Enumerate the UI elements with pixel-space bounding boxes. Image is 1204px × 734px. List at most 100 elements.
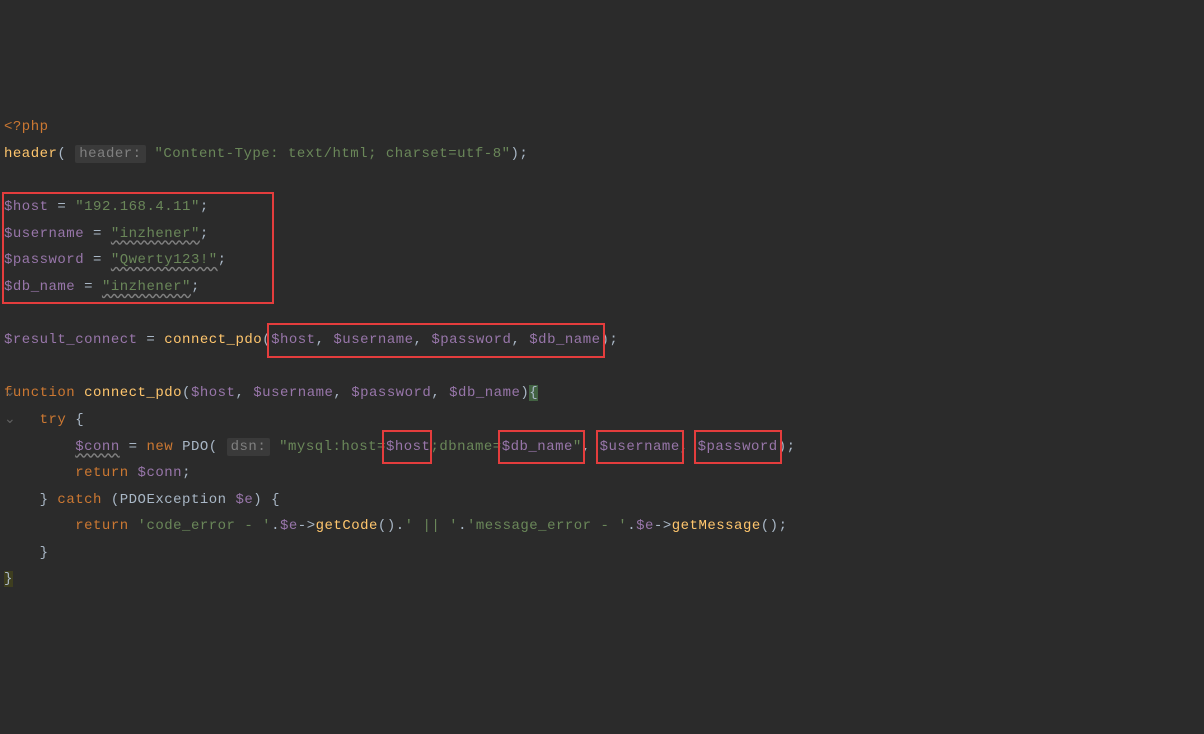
parameter: $username bbox=[253, 385, 333, 401]
string-literal: " bbox=[573, 439, 582, 455]
variable: $conn bbox=[75, 439, 120, 455]
comma: , bbox=[414, 332, 423, 348]
semicolon: ; bbox=[182, 465, 191, 481]
variable: $password bbox=[4, 252, 84, 268]
highlighted-args: $host, $username, $password, $db_name bbox=[271, 327, 600, 354]
paren: ) bbox=[520, 385, 529, 401]
class-name: PDOException bbox=[120, 492, 227, 508]
comma: , bbox=[333, 385, 342, 401]
string-literal: "inzhener" bbox=[102, 279, 191, 295]
highlighted-var: $username bbox=[600, 434, 680, 461]
function-name: connect_pdo bbox=[84, 385, 182, 401]
parameter: $password bbox=[351, 385, 431, 401]
variable: $username bbox=[600, 439, 680, 455]
variable: $host bbox=[4, 199, 49, 215]
arrow: -> bbox=[654, 518, 672, 534]
concat: . bbox=[271, 518, 280, 534]
semicolon: ; bbox=[787, 439, 796, 455]
operator: = bbox=[138, 332, 165, 348]
variable: $host bbox=[271, 332, 316, 348]
keyword: catch bbox=[57, 492, 102, 508]
variable: $e bbox=[636, 518, 654, 534]
variable: $password bbox=[431, 332, 511, 348]
variable: $password bbox=[698, 439, 778, 455]
string-literal: 'code_error - ' bbox=[138, 518, 272, 534]
code-line: $password = "Qwerty123!"; bbox=[4, 247, 227, 274]
semicolon: ; bbox=[200, 226, 209, 242]
brace: { bbox=[75, 412, 84, 428]
highlighted-var: $password bbox=[698, 434, 778, 461]
keyword: new bbox=[146, 439, 173, 455]
code-line: ⌄function connect_pdo($host, $username, … bbox=[4, 380, 1200, 407]
concat: . bbox=[458, 518, 467, 534]
code-line: } catch (PDOException $e) { bbox=[4, 487, 1200, 514]
operator: = bbox=[84, 226, 111, 242]
semicolon: ; bbox=[779, 518, 788, 534]
paren: ) bbox=[778, 439, 787, 455]
method-call: getCode bbox=[316, 518, 378, 534]
operator: = bbox=[49, 199, 76, 215]
code-line: return 'code_error - '.$e->getCode().' |… bbox=[4, 513, 1200, 540]
comma: , bbox=[316, 332, 325, 348]
code-line: $conn = new PDO( dsn: "mysql:host=$host;… bbox=[4, 434, 1200, 461]
code-line: } bbox=[4, 540, 1200, 567]
comma: , bbox=[582, 439, 591, 455]
keyword: try bbox=[40, 412, 67, 428]
string-literal: "Content-Type: text/html; charset=utf-8" bbox=[154, 146, 510, 162]
variable: $result_connect bbox=[4, 332, 138, 348]
variable: $e bbox=[235, 492, 253, 508]
brace: } bbox=[40, 492, 49, 508]
variable: $e bbox=[280, 518, 298, 534]
paren: ( bbox=[111, 492, 120, 508]
code-line: } bbox=[4, 566, 1200, 593]
php-open-tag: <?php bbox=[4, 119, 49, 135]
keyword: return bbox=[75, 518, 128, 534]
code-line: header( header: "Content-Type: text/html… bbox=[4, 141, 1200, 168]
highlighted-var: $db_name bbox=[502, 434, 573, 461]
variable: $db_name bbox=[502, 439, 573, 455]
method-call: getMessage bbox=[672, 518, 761, 534]
code-line: $result_connect = connect_pdo($host, $us… bbox=[4, 327, 618, 354]
variable: $host bbox=[386, 439, 431, 455]
blank-line bbox=[4, 301, 1200, 328]
comma: , bbox=[235, 385, 244, 401]
fold-indicator[interactable]: ⌄ bbox=[4, 380, 16, 407]
highlighted-var: $host bbox=[386, 434, 431, 461]
code-line: <?php bbox=[4, 114, 1200, 141]
param-hint: dsn: bbox=[227, 438, 271, 456]
paren: ) bbox=[253, 492, 262, 508]
brace: } bbox=[4, 571, 13, 587]
semicolon: ; bbox=[200, 199, 209, 215]
paren: ( bbox=[57, 146, 66, 162]
parameter: $db_name bbox=[449, 385, 520, 401]
code-editor[interactable]: <?phpheader( header: "Content-Type: text… bbox=[4, 114, 1200, 593]
code-line: return $conn; bbox=[4, 460, 1200, 487]
paren: ( bbox=[262, 332, 271, 348]
variable: $db_name bbox=[529, 332, 600, 348]
string-literal: ' || ' bbox=[405, 518, 458, 534]
variable: $username bbox=[333, 332, 413, 348]
semicolon: ; bbox=[191, 279, 200, 295]
paren: ( bbox=[209, 439, 218, 455]
operator: = bbox=[84, 252, 111, 268]
semicolon: ; bbox=[609, 332, 618, 348]
string-literal: "inzhener" bbox=[111, 226, 200, 242]
variable: $conn bbox=[138, 465, 183, 481]
brace: } bbox=[40, 545, 49, 561]
fold-indicator[interactable]: ⌄ bbox=[4, 407, 16, 434]
comma: , bbox=[680, 439, 689, 455]
comma: , bbox=[511, 332, 520, 348]
code-line: $host = "192.168.4.11"; bbox=[4, 194, 227, 221]
semicolon: ; bbox=[218, 252, 227, 268]
function-call: header bbox=[4, 146, 57, 162]
parameter: $host bbox=[191, 385, 236, 401]
paren: ) bbox=[770, 518, 779, 534]
paren: ( bbox=[182, 385, 191, 401]
param-hint: header: bbox=[75, 145, 145, 163]
variable: $db_name bbox=[4, 279, 75, 295]
string-literal: "Qwerty123!" bbox=[111, 252, 218, 268]
concat: . bbox=[396, 518, 405, 534]
paren: ( bbox=[378, 518, 387, 534]
blank-line bbox=[4, 168, 1200, 195]
string-literal: ;dbname= bbox=[430, 439, 501, 455]
